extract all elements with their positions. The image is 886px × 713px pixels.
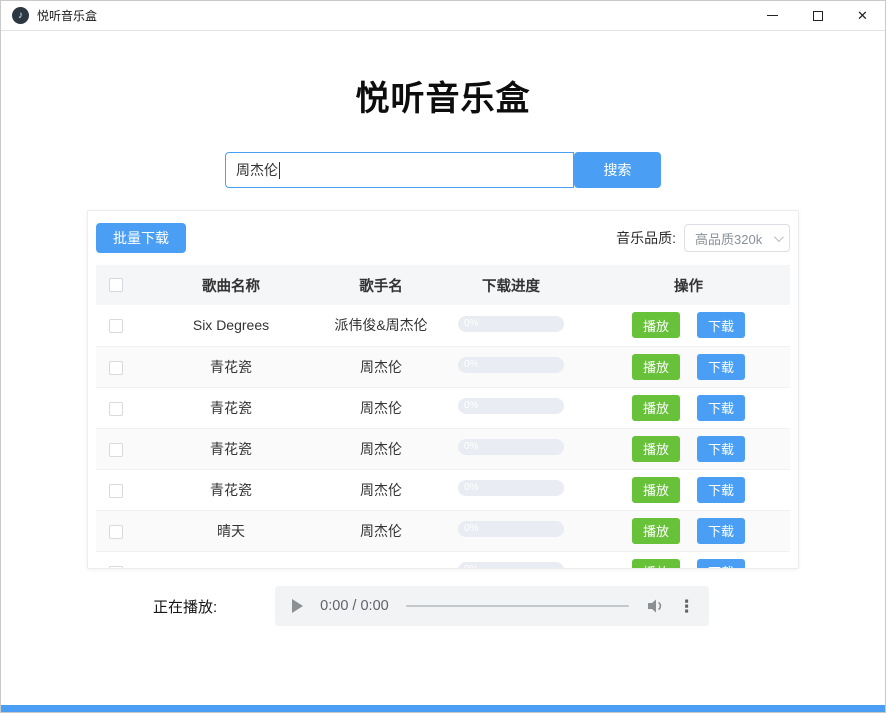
artist-name-cell: 周杰伦 (326, 346, 436, 387)
overflow-menu-icon[interactable]: ⋮ (678, 598, 695, 615)
song-table: 歌曲名称 歌手名 下载进度 操作 Six Degrees 派伟俊&周杰伦 0% … (96, 265, 790, 568)
results-card: 批量下载 音乐品质: 高品质320k 歌曲名称 (87, 210, 799, 569)
download-progress-bar: 0% (458, 439, 564, 455)
artist-name-cell: 周杰伦 (326, 428, 436, 469)
play-button[interactable]: 播放 (632, 559, 680, 569)
column-header-progress: 下载进度 (436, 265, 586, 305)
song-name-cell: 青花瓷 (136, 469, 326, 510)
titlebar: ♪ 悦听音乐盒 ✕ (1, 1, 885, 31)
song-table-wrap: 歌曲名称 歌手名 下载进度 操作 Six Degrees 派伟俊&周杰伦 0% … (96, 265, 790, 568)
download-button[interactable]: 下载 (697, 436, 745, 462)
search-input-value: 周杰伦 (236, 160, 278, 180)
row-checkbox[interactable] (109, 361, 123, 375)
table-body: Six Degrees 派伟俊&周杰伦 0% 播放 下载 青花瓷 周杰伦 0% … (96, 305, 790, 568)
download-button[interactable]: 下载 (697, 354, 745, 380)
row-checkbox[interactable] (109, 402, 123, 416)
close-button[interactable]: ✕ (840, 1, 885, 30)
download-button[interactable]: 下载 (697, 518, 745, 544)
text-caret (279, 162, 280, 179)
quality-select[interactable]: 高品质320k (684, 224, 790, 252)
song-name-cell: 青花瓷 (136, 346, 326, 387)
now-playing-label: 正在播放: (153, 596, 217, 617)
artist-name-cell: 周杰伦 (326, 387, 436, 428)
page-title: 悦听音乐盒 (1, 71, 885, 120)
maximize-icon (813, 11, 823, 21)
table-row: 青花瓷 周杰伦 0% 播放 下载 (96, 387, 790, 428)
download-progress-bar: 0% (458, 562, 564, 568)
quality-select-value: 高品质320k (695, 229, 762, 248)
song-name-cell: 青花瓷 (136, 428, 326, 469)
seek-bar[interactable] (406, 605, 629, 608)
chevron-down-icon (774, 232, 784, 242)
minimize-icon (767, 15, 778, 16)
audio-player[interactable]: 0:00 / 0:00 ⋮ (275, 586, 709, 626)
row-checkbox[interactable] (109, 319, 123, 333)
play-button[interactable]: 播放 (632, 395, 680, 421)
song-name-cell: 晴天 (136, 510, 326, 551)
minimize-button[interactable] (750, 1, 795, 30)
column-header-actions: 操作 (586, 265, 790, 305)
artist-name-cell: 派伟俊&周杰伦 (326, 305, 436, 346)
play-button[interactable]: 播放 (632, 312, 680, 338)
play-icon[interactable] (292, 599, 303, 613)
app-window: ♪ 悦听音乐盒 ✕ 悦听音乐盒 周杰伦 搜索 批量下载 音乐品质: 高品质320… (0, 0, 886, 713)
row-checkbox[interactable] (109, 525, 123, 539)
column-header-artist: 歌手名 (326, 265, 436, 305)
row-checkbox[interactable] (109, 566, 123, 568)
download-progress-bar: 0% (458, 316, 564, 332)
song-name-cell (136, 551, 326, 568)
row-checkbox[interactable] (109, 484, 123, 498)
select-all-checkbox[interactable] (109, 278, 123, 292)
download-progress-bar: 0% (458, 398, 564, 414)
song-name-cell: 青花瓷 (136, 387, 326, 428)
download-progress-bar: 0% (458, 357, 564, 373)
artist-name-cell: 周杰伦 (326, 469, 436, 510)
close-icon: ✕ (857, 9, 868, 22)
play-button[interactable]: 播放 (632, 354, 680, 380)
download-button[interactable]: 下载 (697, 395, 745, 421)
table-row: 青花瓷 周杰伦 0% 播放 下载 (96, 346, 790, 387)
volume-icon[interactable] (647, 598, 665, 614)
song-name-cell: Six Degrees (136, 305, 326, 346)
download-button[interactable]: 下载 (697, 477, 745, 503)
download-button[interactable]: 下载 (697, 312, 745, 338)
card-toolbar: 批量下载 音乐品质: 高品质320k (96, 223, 790, 253)
table-header-row: 歌曲名称 歌手名 下载进度 操作 (96, 265, 790, 305)
download-progress-bar: 0% (458, 480, 564, 496)
search-input[interactable]: 周杰伦 (225, 152, 574, 188)
batch-download-button[interactable]: 批量下载 (96, 223, 186, 253)
download-progress-bar: 0% (458, 521, 564, 537)
app-icon: ♪ (12, 7, 29, 24)
quality-label: 音乐品质: (616, 228, 676, 248)
play-button[interactable]: 播放 (632, 436, 680, 462)
quality-group: 音乐品质: 高品质320k (616, 224, 790, 252)
table-row: Six Degrees 派伟俊&周杰伦 0% 播放 下载 (96, 305, 790, 346)
table-row: 0% 播放 下载 (96, 551, 790, 568)
table-row: 晴天 周杰伦 0% 播放 下载 (96, 510, 790, 551)
play-button[interactable]: 播放 (632, 477, 680, 503)
player-row: 正在播放: 0:00 / 0:00 ⋮ (1, 586, 885, 626)
download-button[interactable]: 下载 (697, 559, 745, 569)
artist-name-cell: 周杰伦 (326, 510, 436, 551)
play-button[interactable]: 播放 (632, 518, 680, 544)
player-time: 0:00 / 0:00 (320, 598, 389, 614)
row-checkbox[interactable] (109, 443, 123, 457)
search-button[interactable]: 搜索 (574, 152, 661, 188)
artist-name-cell (326, 551, 436, 568)
window-title: 悦听音乐盒 (37, 7, 750, 24)
bottom-accent-bar (1, 705, 885, 712)
table-row: 青花瓷 周杰伦 0% 播放 下载 (96, 428, 790, 469)
table-row: 青花瓷 周杰伦 0% 播放 下载 (96, 469, 790, 510)
column-header-song: 歌曲名称 (136, 265, 326, 305)
maximize-button[interactable] (795, 1, 840, 30)
search-row: 周杰伦 搜索 (1, 152, 885, 188)
